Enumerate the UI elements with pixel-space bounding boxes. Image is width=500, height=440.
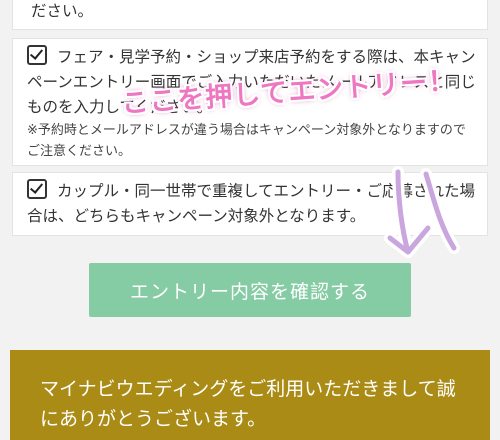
banner-text: マイナビウエディングをご利用いただきまして誠にありがとうございます。 xyxy=(40,378,456,430)
checkbox-checked-icon[interactable] xyxy=(27,45,47,65)
consent-item-partial: ださい。 xyxy=(12,0,488,30)
consent-fair-note: ※予約時とメールアドレスが違う場合はキャンペーン対象外となりますのでご注意くださ… xyxy=(27,123,466,159)
consent-partial-text: ださい。 xyxy=(31,2,94,20)
down-arrow-icon xyxy=(384,166,460,258)
thank-you-banner: マイナビウエディングをご利用いただきまして誠にありがとうございます。 xyxy=(10,350,490,440)
checkbox-checked-icon[interactable] xyxy=(27,179,47,199)
confirm-entry-button[interactable]: エントリー内容を確認する xyxy=(89,263,411,317)
